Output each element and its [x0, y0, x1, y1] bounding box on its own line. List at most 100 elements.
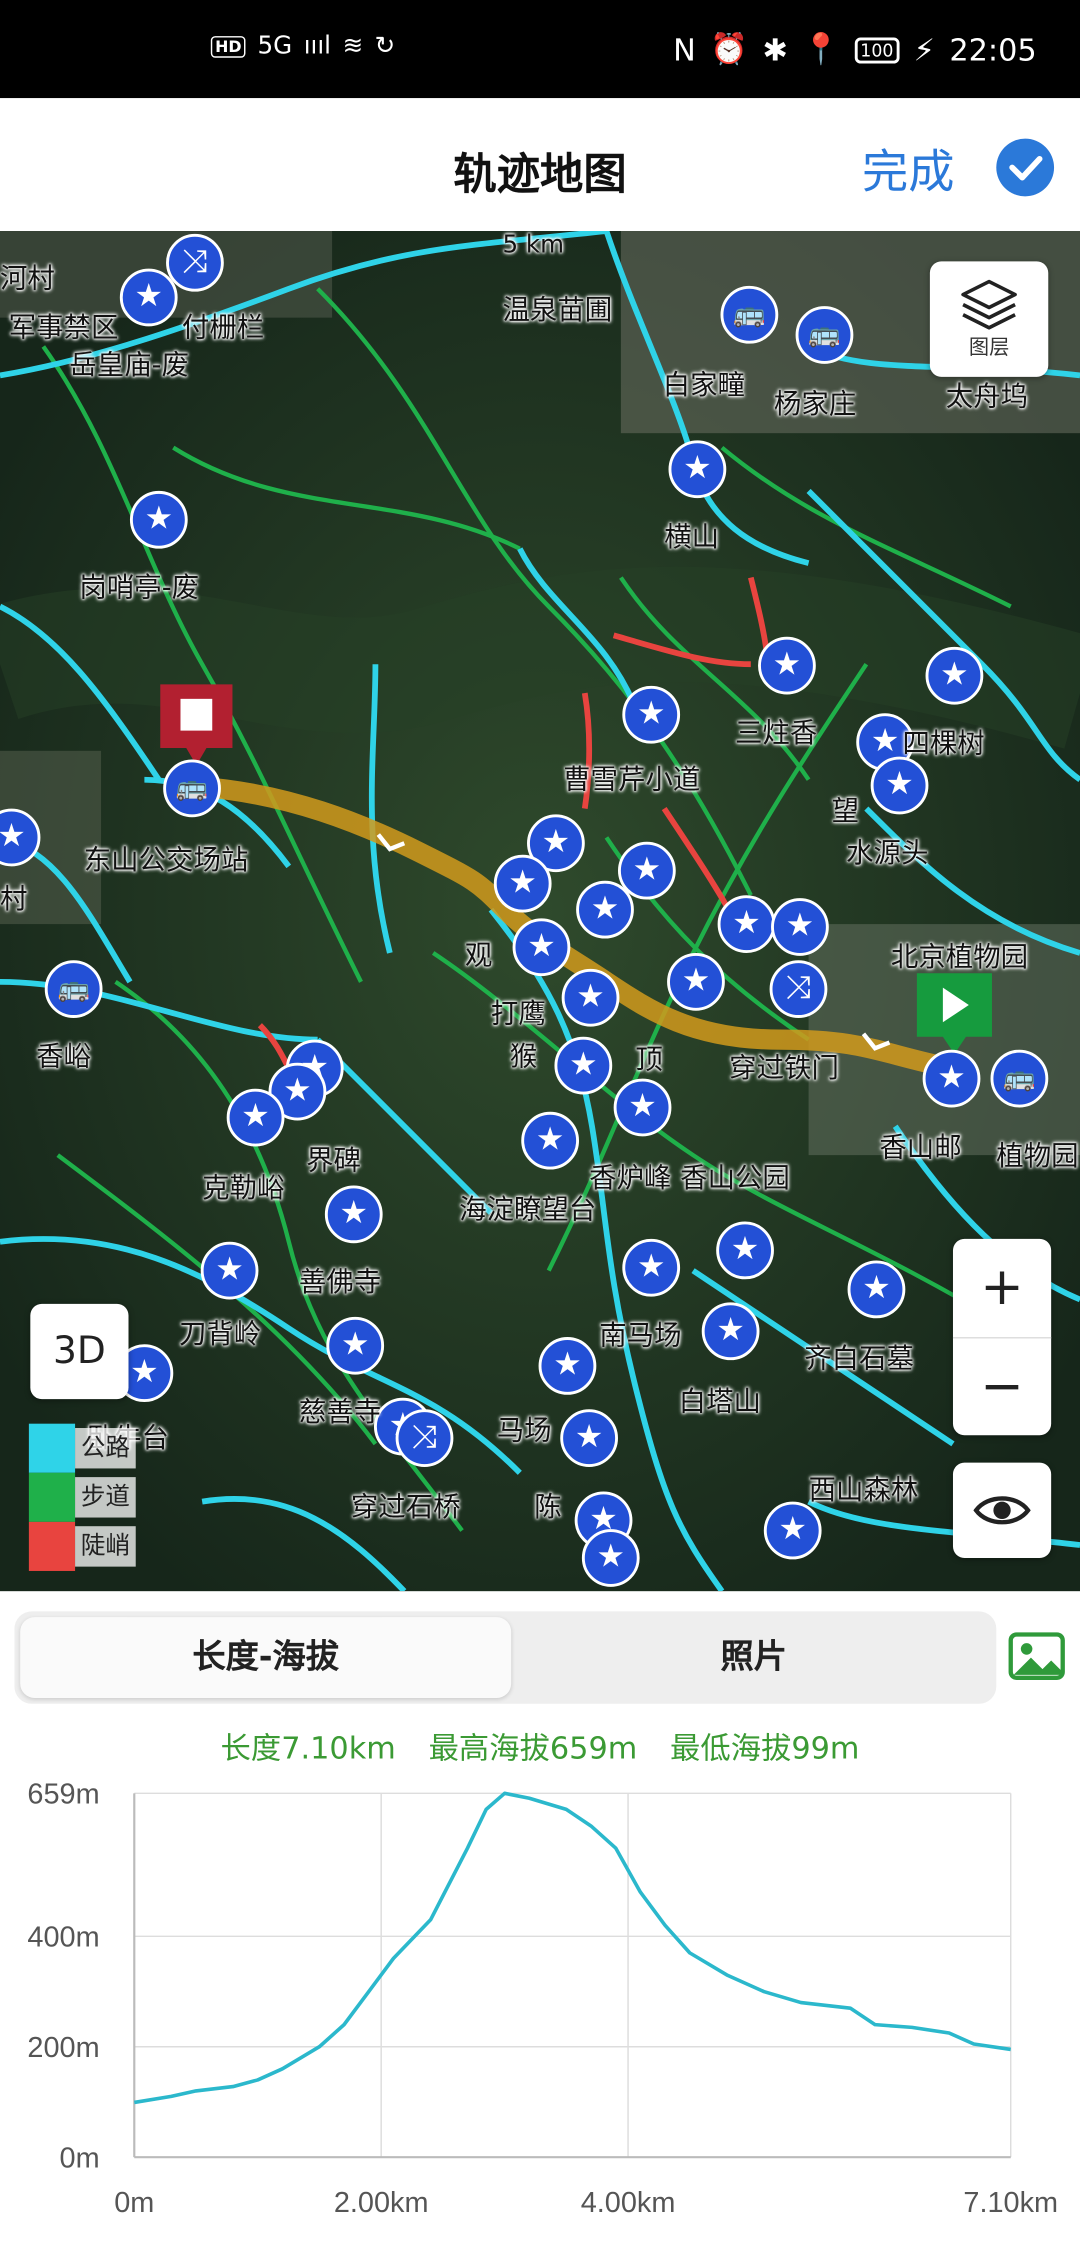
map-scale: 5 km: [502, 231, 565, 260]
zoom-control: + −: [952, 1238, 1052, 1436]
map-label: 南马场: [599, 1319, 682, 1352]
poi-star-icon[interactable]: ★: [200, 1241, 259, 1300]
status-right: N ⏰ ✱ 📍 100 ⚡ 22:05: [673, 32, 1037, 68]
poi-star-icon[interactable]: ★: [538, 1337, 597, 1395]
poi-star-icon[interactable]: ★: [576, 880, 634, 939]
poi-star-icon[interactable]: ★: [847, 1260, 906, 1319]
map-label: 白塔山: [678, 1386, 761, 1418]
map-label: 横山: [664, 521, 720, 554]
map-label: 岗哨亭-废: [79, 571, 200, 604]
poi-star-icon[interactable]: ★: [717, 895, 776, 953]
map-label: 陈: [534, 1491, 562, 1524]
charging-icon: ⚡: [913, 32, 935, 68]
clock: 22:05: [949, 32, 1037, 68]
sync-icon: ↻: [374, 31, 396, 61]
map-label: 植物园: [996, 1140, 1079, 1173]
checkmark-icon[interactable]: [996, 138, 1055, 197]
map-label: 望: [831, 795, 860, 828]
hd-icon: HD: [210, 35, 246, 58]
stat-length: 长度7.10km: [220, 1731, 396, 1766]
poi-star-icon[interactable]: ★: [622, 1238, 681, 1297]
poi-star-icon[interactable]: ★: [560, 1409, 618, 1468]
poi-star-icon[interactable]: ★: [870, 756, 929, 815]
signal-icon: ıııl: [303, 31, 332, 61]
poi-star-icon[interactable]: ★: [493, 854, 552, 913]
poi-bus-icon[interactable]: 🚌: [720, 285, 779, 344]
status-left: HD 5G ıııl ≋ ↻: [210, 31, 396, 61]
map-label: 善佛寺: [298, 1266, 382, 1299]
stat-min-elevation: 最低海拔99m: [670, 1731, 860, 1766]
map-label: 北京植物园: [890, 941, 1029, 974]
zoom-out-button[interactable]: −: [953, 1338, 1051, 1435]
map-label: 齐白石墓: [804, 1342, 915, 1375]
poi-bus-icon[interactable]: 🚌: [795, 306, 854, 364]
map-label: 海淀瞭望台: [459, 1194, 597, 1226]
poi-star-icon[interactable]: ★: [716, 1221, 774, 1280]
map-label: 香峪: [36, 1041, 91, 1073]
poi-star-icon[interactable]: ★: [561, 968, 620, 1027]
y-tick-label: 200m: [27, 2032, 99, 2064]
legend-item-road: 公路: [28, 1423, 136, 1473]
map-label: 观: [464, 939, 493, 972]
layers-icon: [961, 279, 1017, 330]
layers-button[interactable]: 图层: [929, 261, 1049, 377]
poi-star-icon[interactable]: ★: [922, 1049, 981, 1108]
bluetooth-icon: ✱: [762, 32, 788, 68]
visibility-button[interactable]: [952, 1462, 1052, 1558]
tab-bar: 长度-海拔 照片: [14, 1611, 997, 1704]
poi-cross-icon[interactable]: ⤨: [166, 233, 224, 292]
x-tick-label: 4.00km: [581, 2187, 676, 2219]
y-tick-label: 659m: [27, 1778, 99, 1810]
x-tick-label: 0m: [114, 2187, 154, 2219]
poi-star-icon[interactable]: ★: [129, 490, 188, 549]
poi-bus-icon[interactable]: 🚌: [163, 759, 221, 818]
map-label: 三炷香: [734, 717, 818, 750]
poi-star-icon[interactable]: ★: [771, 898, 829, 956]
elevation-line: [133, 1791, 1011, 2105]
poi-star-icon[interactable]: ★: [763, 1501, 822, 1560]
poi-star-icon[interactable]: ★: [521, 1111, 580, 1170]
map-label: 东山公交场站: [83, 844, 249, 877]
legend-item-trail: 步道: [28, 1472, 136, 1522]
poi-star-icon[interactable]: ★: [758, 636, 816, 695]
map-legend: 公路 步道 陡峭: [28, 1423, 136, 1571]
image-icon[interactable]: [1008, 1632, 1066, 1681]
map-view[interactable]: 5 km ★ ⤨ 🚌 🚌 ★ ★ ★ ★ ★ ★ ★ 🚌 ★ ★ ★ ★ ★ ★…: [0, 231, 1080, 1592]
map-label: 界碑: [306, 1145, 361, 1177]
3d-button[interactable]: 3D: [30, 1303, 129, 1400]
poi-star-icon[interactable]: ★: [326, 1316, 385, 1375]
poi-star-icon[interactable]: ★: [324, 1185, 383, 1244]
poi-star-icon[interactable]: ★: [613, 1078, 672, 1137]
zoom-in-button[interactable]: +: [952, 1239, 1052, 1338]
poi-star-icon[interactable]: ★: [925, 646, 984, 705]
poi-cross-icon[interactable]: ⤨: [769, 960, 828, 1018]
y-tick-label: 0m: [60, 2142, 100, 2174]
poi-bus-icon[interactable]: 🚌: [990, 1049, 1049, 1108]
legend-swatch: [28, 1521, 76, 1571]
layers-label: 图层: [968, 336, 1010, 360]
poi-cross-icon[interactable]: ⤨: [395, 1409, 454, 1468]
legend-swatch: [28, 1423, 76, 1473]
map-label: 杨家庄: [773, 388, 857, 421]
header: 轨迹地图 完成: [0, 98, 1080, 232]
map-label: 白家疃: [662, 369, 746, 402]
poi-star-icon[interactable]: ★: [668, 440, 727, 499]
battery-icon: 100: [854, 36, 900, 63]
poi-star-icon[interactable]: ★: [554, 1036, 613, 1095]
map-label: 克勒峪: [202, 1172, 285, 1205]
map-label: 四棵树: [902, 727, 985, 760]
poi-star-icon[interactable]: ★: [622, 685, 681, 744]
poi-star-icon[interactable]: ★: [226, 1088, 285, 1147]
poi-star-icon[interactable]: ★: [512, 918, 571, 977]
track-stats: 长度7.10km 最高海拔659m 最低海拔99m: [0, 1725, 1080, 1768]
alarm-icon: ⏰: [710, 31, 749, 67]
poi-star-icon[interactable]: ★: [701, 1302, 760, 1361]
map-label: 岳皇庙-废: [69, 349, 189, 382]
poi-star-icon[interactable]: ★: [581, 1529, 640, 1587]
done-button[interactable]: 完成: [862, 136, 954, 202]
tab-photos[interactable]: 照片: [511, 1617, 996, 1698]
tab-length-elevation[interactable]: 长度-海拔: [20, 1617, 512, 1699]
poi-star-icon[interactable]: ★: [667, 952, 725, 1011]
poi-bus-icon[interactable]: 🚌: [44, 960, 103, 1018]
location-icon: 📍: [802, 31, 841, 67]
